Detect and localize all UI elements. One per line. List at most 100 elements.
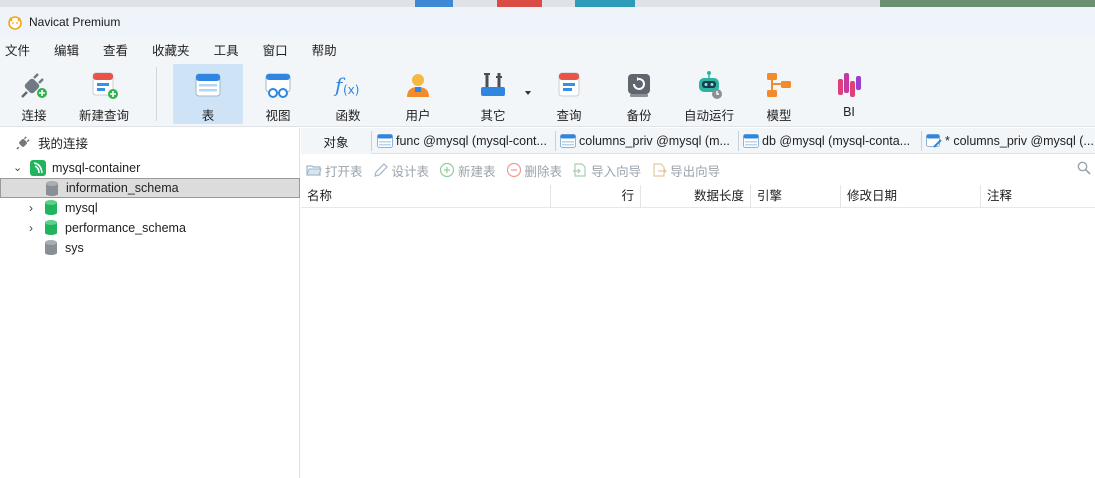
menu-favorites[interactable]: 收藏夹 <box>147 40 203 59</box>
column-header-modified[interactable]: 修改日期 <box>841 185 981 208</box>
backup-label: 备份 <box>626 109 652 123</box>
main-panel: 对象 func @mysql (mysql-cont... columns_pr… <box>301 128 1095 478</box>
minus-circle-icon <box>506 162 521 178</box>
design-table-label: 设计表 <box>391 164 430 179</box>
tab-objects[interactable]: 对象 <box>301 128 371 154</box>
view-label: 视图 <box>265 109 291 123</box>
backup-icon <box>628 74 650 97</box>
view-button[interactable]: 视图 <box>248 64 308 124</box>
tab-columns-priv[interactable]: columns_priv @mysql (m... <box>555 128 737 154</box>
function-label: 函数 <box>335 109 361 123</box>
tree-db-performance-schema[interactable]: › performance_schema <box>0 218 300 238</box>
tree-db-information-schema[interactable]: information_schema <box>0 178 300 198</box>
connect-button[interactable]: 连接 <box>6 64 62 124</box>
main-toolbar: 连接 新建查询 表 视图 f (x) 函数 用户 其它 查询 备份 自动运行 模… <box>0 61 1095 127</box>
model-button[interactable]: 模型 <box>750 64 808 124</box>
chevron-right-icon[interactable]: › <box>29 221 33 235</box>
database-label: sys <box>65 241 84 255</box>
database-green-icon <box>45 220 57 235</box>
tab-label: db @mysql (mysql-conta... <box>762 134 911 148</box>
database-gray-icon <box>46 181 58 196</box>
table-label: 表 <box>201 109 215 123</box>
tree-root-my-connections[interactable]: 我的连接 <box>0 132 300 152</box>
delete-table-button[interactable]: 删除表 <box>506 161 562 180</box>
menu-view[interactable]: 查看 <box>98 40 141 59</box>
query-button[interactable]: 查询 <box>538 64 600 124</box>
search-icon[interactable] <box>1077 161 1091 175</box>
import-wizard-button[interactable]: 导入向导 <box>572 161 641 180</box>
tools-icon <box>481 73 505 96</box>
bi-button[interactable]: BI <box>820 64 878 124</box>
chevron-down-icon[interactable]: ⌄ <box>13 161 22 174</box>
column-header-comment[interactable]: 注释 <box>981 185 1095 208</box>
bi-label: BI <box>843 105 855 119</box>
user-label: 用户 <box>405 109 431 123</box>
tree-db-sys[interactable]: sys <box>0 238 300 258</box>
robot-icon <box>699 71 722 99</box>
column-header-rows[interactable]: 行 <box>551 185 641 208</box>
open-table-label: 打开表 <box>325 164 363 179</box>
open-table-button[interactable]: 打开表 <box>306 161 363 180</box>
database-green-icon <box>45 200 57 215</box>
backup-button[interactable]: 备份 <box>610 64 668 124</box>
other-label: 其它 <box>480 109 506 123</box>
tab-columns-priv-design[interactable]: * columns_priv @mysql (... <box>921 128 1095 154</box>
object-list-header: 名称 行 数据长度 引擎 修改日期 注释 <box>301 185 1095 208</box>
database-label: performance_schema <box>65 221 186 235</box>
auto-run-label: 自动运行 <box>683 109 734 123</box>
mysql-connection-icon <box>30 160 46 176</box>
toolbar-divider <box>156 67 157 121</box>
database-gray-icon <box>45 240 57 255</box>
design-table-icon <box>926 134 942 148</box>
function-button[interactable]: f (x) 函数 <box>318 64 378 124</box>
column-header-engine[interactable]: 引擎 <box>751 185 841 208</box>
connection-label: mysql-container <box>52 161 141 175</box>
database-label: mysql <box>65 201 98 215</box>
model-icon <box>767 73 791 97</box>
column-header-data-length[interactable]: 数据长度 <box>641 185 751 208</box>
tab-label: * columns_priv @mysql (... <box>945 134 1094 148</box>
function-icon: f (x) <box>333 73 359 97</box>
database-label: information_schema <box>66 181 179 195</box>
user-icon <box>407 74 429 97</box>
pencil-icon <box>373 163 388 177</box>
menu-file[interactable]: 文件 <box>0 40 43 59</box>
menu-help[interactable]: 帮助 <box>307 40 350 59</box>
other-button[interactable]: 其它 <box>462 64 524 124</box>
menu-window[interactable]: 窗口 <box>258 40 301 59</box>
export-wizard-label: 导出向导 <box>670 164 721 179</box>
auto-run-button[interactable]: 自动运行 <box>678 64 740 124</box>
tab-bar: 对象 func @mysql (mysql-cont... columns_pr… <box>301 128 1095 154</box>
user-button[interactable]: 用户 <box>388 64 448 124</box>
tab-objects-label: 对象 <box>323 135 349 150</box>
new-table-button[interactable]: 新建表 <box>439 161 496 180</box>
design-table-button[interactable]: 设计表 <box>373 161 430 180</box>
svg-text:(x): (x) <box>343 83 359 97</box>
title-bar: Navicat Premium <box>0 7 1095 37</box>
plug-icon <box>21 73 47 98</box>
tree-root-label: 我的连接 <box>38 136 89 151</box>
object-action-bar: 打开表 设计表 新建表 删除表 导入向导 导出向导 <box>301 155 1095 185</box>
menu-tools[interactable]: 工具 <box>209 40 252 59</box>
import-wizard-label: 导入向导 <box>591 164 642 179</box>
table-icon <box>195 73 221 97</box>
other-dropdown-caret-icon[interactable] <box>525 91 531 95</box>
menu-edit[interactable]: 编辑 <box>49 40 92 59</box>
new-query-button[interactable]: 新建查询 <box>72 64 136 124</box>
tab-func[interactable]: func @mysql (mysql-cont... <box>372 128 554 154</box>
tree-connection-mysql-container[interactable]: ⌄ mysql-container <box>0 158 300 178</box>
tab-db[interactable]: db @mysql (mysql-conta... <box>738 128 920 154</box>
chevron-right-icon[interactable]: › <box>29 201 33 215</box>
export-icon <box>653 163 667 177</box>
table-button[interactable]: 表 <box>173 64 243 124</box>
column-header-name[interactable]: 名称 <box>301 185 551 208</box>
tab-label: columns_priv @mysql (m... <box>579 134 730 148</box>
new-query-icon <box>92 72 118 99</box>
plug-small-icon <box>16 136 30 150</box>
import-icon <box>573 163 586 177</box>
tree-db-mysql[interactable]: › mysql <box>0 198 300 218</box>
query-label: 查询 <box>556 109 582 123</box>
table-small-icon <box>743 134 759 148</box>
export-wizard-button[interactable]: 导出向导 <box>651 161 720 180</box>
new-query-label: 新建查询 <box>78 109 129 123</box>
